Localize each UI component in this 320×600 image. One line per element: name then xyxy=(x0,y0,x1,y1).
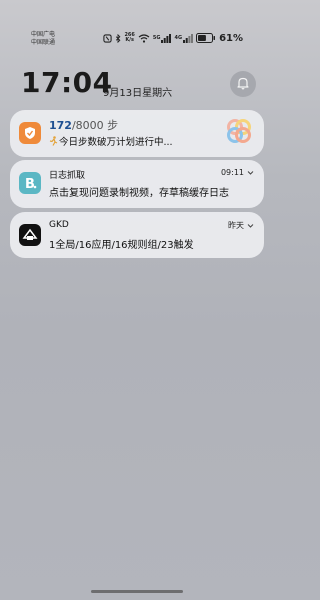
signal-5g-label: 5G xyxy=(152,34,161,41)
signal-4g-label: 4G xyxy=(174,34,183,41)
net-speed-indicator: 266 K/s xyxy=(124,33,134,43)
status-icons: 266 K/s 5G 4G 61% xyxy=(103,32,243,44)
log-capture-app-icon: B xyxy=(19,172,41,194)
steps-body: 今日步数破万计划进行中... xyxy=(49,134,173,149)
battery-icon xyxy=(196,33,216,43)
notification-steps[interactable]: 172/8000 步 今日步数破万计划进行中... xyxy=(10,110,264,157)
chevron-down-icon[interactable] xyxy=(247,222,254,229)
chevron-down-icon[interactable] xyxy=(247,169,254,176)
status-bar: 中国广电 中国联通 266 K/s 5G 4G 61% xyxy=(0,0,274,54)
steps-goal: /8000 步 xyxy=(71,119,119,132)
gkd-meta: 昨天 xyxy=(228,220,254,231)
lockscreen-header: 17:04 9月13日星期六 xyxy=(21,66,256,102)
carrier-2-label: 中国联通 xyxy=(31,39,56,46)
running-icon xyxy=(49,136,59,149)
carrier-1-label: 中国广电 xyxy=(31,31,56,38)
date: 9月13日星期六 xyxy=(103,88,173,99)
log-capture-app-name: 日志抓取 xyxy=(49,171,86,181)
bell-icon xyxy=(236,75,250,94)
notification-gkd[interactable]: GKD 昨天 1全局/16应用/16规则组/23触发 xyxy=(10,212,264,258)
log-capture-time: 09:11 xyxy=(220,168,244,177)
gkd-app-icon xyxy=(19,224,41,246)
signal-4g-icon: 4G xyxy=(174,33,194,43)
signal-5g-icon: 5G xyxy=(152,33,172,43)
svg-text:B: B xyxy=(25,177,35,191)
steps-count: 172 xyxy=(49,119,72,132)
steps-body-text: 今日步数破万计划进行中... xyxy=(59,137,173,148)
carrier-info: 中国广电 中国联通 xyxy=(31,31,55,47)
nfc-icon xyxy=(103,33,113,43)
steps-title: 172/8000 步 xyxy=(49,117,118,133)
notification-log-capture[interactable]: B 日志抓取 09:11 点击复现问题录制视频，存草稿缓存日志 xyxy=(10,160,264,208)
gkd-app-name: GKD xyxy=(49,220,69,230)
rings-graphic-icon xyxy=(224,116,254,146)
log-capture-body: 点击复现问题录制视频，存草稿缓存日志 xyxy=(49,188,229,199)
wifi-icon xyxy=(138,33,150,43)
log-capture-meta: 09:11 xyxy=(221,168,254,177)
bluetooth-icon xyxy=(115,33,121,43)
home-indicator[interactable] xyxy=(91,590,183,593)
gkd-time: 昨天 xyxy=(228,221,244,230)
steps-app-icon xyxy=(19,122,41,144)
clock: 17:04 xyxy=(21,66,113,99)
battery-percentage: 61% xyxy=(219,32,243,44)
gkd-body: 1全局/16应用/16规则组/23触发 xyxy=(49,240,194,251)
notification-settings-button[interactable] xyxy=(230,71,256,97)
net-speed-unit: K/s xyxy=(125,37,134,43)
